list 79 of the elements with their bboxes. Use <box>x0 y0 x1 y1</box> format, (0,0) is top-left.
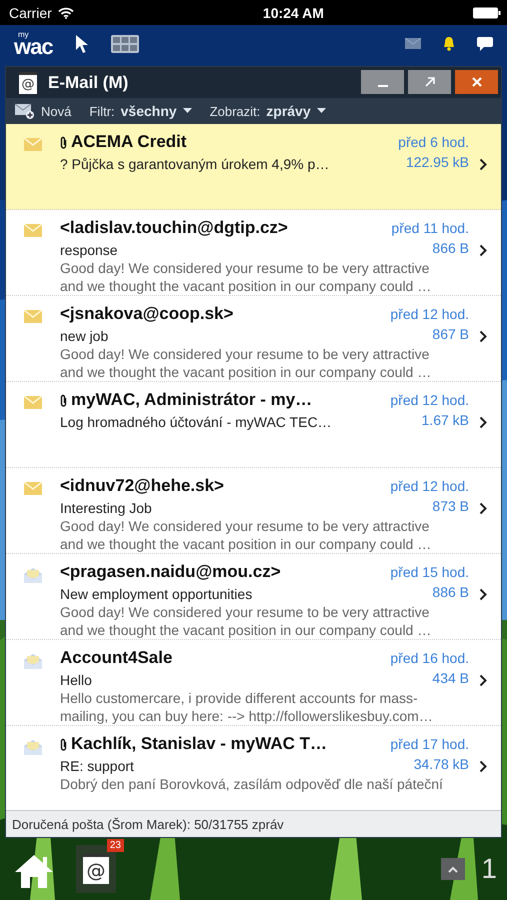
received-time: před 15 hod. <box>390 564 469 580</box>
received-time: před 11 hod. <box>391 220 469 236</box>
close-icon <box>470 75 484 89</box>
wifi-icon <box>58 6 74 18</box>
message-size: 434 B <box>431 670 469 686</box>
carrier-name: Carrier <box>9 4 52 20</box>
home-icon[interactable] <box>14 853 54 889</box>
chat-icon[interactable] <box>477 36 493 50</box>
clock: 10:24 AM <box>262 4 324 20</box>
new-mail-icon <box>15 103 35 119</box>
subject: New employment opportunities <box>60 585 254 603</box>
message-preview: Good day! We considered your resume to be very attractive <box>60 603 430 621</box>
message-size: 1.67 kB <box>420 412 469 428</box>
sender-name: ACEMA Credit <box>71 132 187 152</box>
cursor-icon[interactable] <box>74 34 89 54</box>
caret-icon <box>182 108 192 114</box>
message-preview: and we thought the vacant position in our company could … <box>60 363 432 381</box>
email-app-icon: @ <box>19 72 37 94</box>
sender-name: myWAC, Administrátor - my… <box>71 390 312 410</box>
keyboard-icon[interactable] <box>110 34 139 52</box>
sender-name: Account4Sale <box>60 648 172 668</box>
subject: ? Půjčka s garantovaným úrokem 4,9% p… <box>60 155 330 173</box>
message-size: 867 B <box>431 326 469 342</box>
scroll-up-button[interactable] <box>441 858 466 880</box>
caret-icon <box>316 108 326 114</box>
message-preview: Good day! We considered your resume to be very attractive <box>60 345 430 363</box>
message-size: 122.95 kB <box>404 154 469 170</box>
message-row[interactable]: ACEMA Credit ? Půjčka s garantovaným úrokem 4,9% p… před 6 hod. 122.95 kB <box>6 124 501 210</box>
filter-dropdown[interactable]: Filtr: všechny <box>89 103 192 119</box>
received-time: před 16 hod. <box>390 650 469 666</box>
chevron-right-icon <box>479 760 487 773</box>
message-size: 886 B <box>431 584 469 600</box>
message-preview: Hello customercare, i provide different accounts for mass- <box>60 689 419 707</box>
received-time: před 17 hod. <box>390 736 469 752</box>
window-title: E-Mail (M) <box>48 72 130 92</box>
desktop-number[interactable]: 1 <box>481 853 497 885</box>
bell-icon[interactable] <box>443 36 455 51</box>
subject: Hello <box>60 671 93 689</box>
message-preview: and we thought the vacant position in our company could … <box>60 535 432 553</box>
maximize-button[interactable] <box>408 70 451 94</box>
chevron-right-icon <box>479 330 487 343</box>
chevron-right-icon <box>479 244 487 257</box>
subject: new job <box>60 327 110 345</box>
subject: Interesting Job <box>60 499 153 517</box>
sender-name: Kachlík, Stanislav - myWAC T… <box>71 734 328 754</box>
sender-name: <pragasen.naidu@mou.cz> <box>60 562 281 582</box>
sender-name: <idnuv72@hehe.sk> <box>60 476 224 496</box>
folder-status: Doručená pošta (Šrom Marek): 50/31755 zpráv <box>6 810 501 837</box>
received-time: před 12 hod. <box>390 478 469 494</box>
chevron-right-icon <box>479 502 487 515</box>
message-preview: Dobrý den paní Borovková, zasílám odpověď dle naší páteční <box>60 775 444 793</box>
battery-icon <box>472 6 501 18</box>
message-size: 873 B <box>431 498 469 514</box>
message-preview: Good day! We considered your resume to be very attractive <box>60 259 430 277</box>
chevron-right-icon <box>479 588 487 601</box>
subject: Log hromadného účtování - myWAC TEC… <box>60 413 332 431</box>
received-time: před 6 hod. <box>398 134 469 150</box>
chevron-right-icon <box>479 674 487 687</box>
view-dropdown[interactable]: Zobrazit: zprávy <box>210 103 326 119</box>
sender-name: <jsnakova@coop.sk> <box>60 304 234 324</box>
message-preview: Good day! We considered your resume to be very attractive <box>60 517 430 535</box>
received-time: před 12 hod. <box>390 306 469 322</box>
caret-up-icon <box>448 866 458 872</box>
subject: response <box>60 241 119 259</box>
close-button[interactable] <box>455 70 498 94</box>
message-preview: and we thought the vacant position in our company could … <box>60 277 432 295</box>
unread-badge: 23 <box>106 839 124 852</box>
chevron-right-icon <box>479 416 487 429</box>
subject: RE: support <box>60 757 135 775</box>
message-size: 866 B <box>431 240 469 256</box>
message-size: 34.78 kB <box>412 756 469 772</box>
minimize-icon <box>378 85 388 87</box>
chevron-right-icon <box>479 158 487 171</box>
maximize-icon <box>422 75 436 89</box>
message-preview: and we thought the vacant position in our company could … <box>60 621 432 639</box>
received-time: před 12 hod. <box>390 392 469 408</box>
sender-name: <ladislav.touchin@dgtip.cz> <box>60 218 288 238</box>
message-preview: mailing, you can buy here: --> http://followerslikesbuy.com… <box>60 707 434 725</box>
new-message-button[interactable]: Nová <box>15 103 72 119</box>
